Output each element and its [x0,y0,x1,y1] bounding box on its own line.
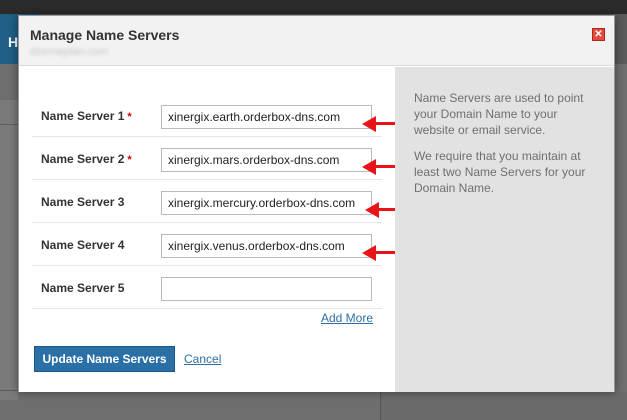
name-server-1-label-text: Name Server 1 [41,109,125,123]
dialog-title: Manage Name Servers [30,27,180,43]
update-name-servers-button[interactable]: Update Name Servers [34,346,175,372]
close-icon[interactable]: ✕ [592,28,605,41]
manage-name-servers-dialog: Manage Name Servers stormeplan.com ✕ Nam… [18,15,615,392]
background-divider [380,392,381,420]
background-divider [0,124,18,125]
background-strip [380,392,627,420]
name-server-3-label: Name Server 3 [41,195,124,209]
name-server-5-row: Name Server 5 [32,266,382,309]
name-server-1-input[interactable] [161,105,372,129]
name-server-form: Name Server 1* Name Server 2* Name Serve… [19,67,423,392]
name-server-2-row: Name Server 2 * [32,137,382,180]
name-server-2-label-text: Name Server 2 [41,152,125,166]
name-server-3-input[interactable] [161,191,372,215]
info-text-purpose: Name Servers are used to point your Doma… [414,91,584,137]
name-server-3-row: Name Server 3 [32,180,382,223]
name-server-1-label: Name Server 1 * [41,109,132,123]
name-server-5-input[interactable] [161,277,372,301]
name-server-2-input[interactable] [161,148,372,172]
info-text-requirement: We require that you maintain at least tw… [414,149,586,195]
name-server-4-label-text: Name Server 4 [41,238,125,252]
name-server-5-label: Name Server 5 [41,281,124,295]
add-more-link[interactable]: Add More [321,311,373,325]
dialog-subtitle-domain: stormeplan.com [30,46,109,58]
required-marker: * [127,154,132,166]
name-server-2-label: Name Server 2 * [41,152,132,166]
background-divider [0,390,18,391]
name-server-info-panel: Name Servers are used to point your Doma… [395,67,614,392]
name-server-4-label: Name Server 4 [41,238,124,252]
required-marker: * [127,111,132,123]
name-server-5-label-text: Name Server 5 [41,281,125,295]
name-server-4-input[interactable] [161,234,372,258]
background-topbar [0,0,627,14]
name-server-1-row: Name Server 1 * [32,94,382,137]
name-server-3-label-text: Name Server 3 [41,195,125,209]
name-server-4-row: Name Server 4 [32,223,382,266]
background-header-letter: H [8,34,19,50]
background-edge-content [0,100,18,400]
dialog-header: Manage Name Servers stormeplan.com ✕ [19,16,614,66]
cancel-link[interactable]: Cancel [184,352,221,366]
